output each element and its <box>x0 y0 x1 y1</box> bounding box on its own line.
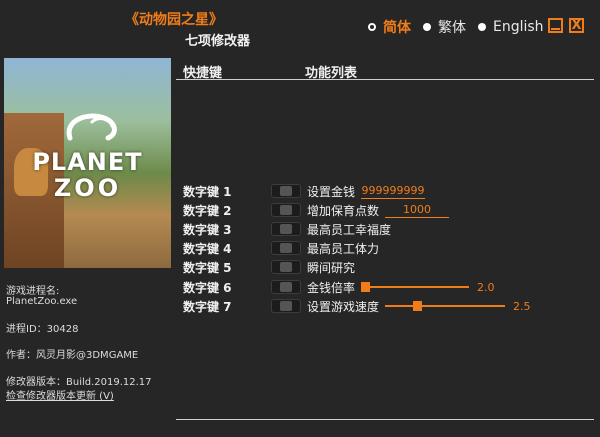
process-name: PlanetZoo.exe <box>6 296 78 307</box>
money-multiplier-slider[interactable] <box>361 280 470 294</box>
hotkey-label: 数字键 5 <box>183 260 232 275</box>
game-speed-slider[interactable] <box>385 299 506 313</box>
minimize-icon[interactable] <box>548 18 563 33</box>
footer-divider <box>176 419 594 420</box>
cheat-row: 数字键 7 设置游戏速度 2.5 <box>183 297 531 315</box>
lang-label: 简体 <box>383 20 411 36</box>
function-label: 设置金钱 <box>307 184 356 199</box>
function-label: 最高员工幸福度 <box>307 222 392 237</box>
version-text: 修改器版本：Build.2019.12.17 <box>6 377 152 388</box>
hotkey-label: 数字键 1 <box>183 184 232 199</box>
slider-value: 2.5 <box>513 299 531 313</box>
cheat-row: 数字键 4 最高员工体力 <box>183 239 385 257</box>
radio-selected-icon <box>368 23 376 31</box>
cheat-row: 数字键 5 瞬间研究 <box>183 258 361 276</box>
slider-value: 2.0 <box>477 280 495 294</box>
lang-label: 繁体 <box>438 20 466 36</box>
cover-title-line1: PLANET <box>32 148 143 176</box>
toggle-knob <box>280 301 292 311</box>
toggle-switch[interactable] <box>271 184 301 198</box>
cover-title-line2: ZOO <box>53 174 122 202</box>
check-update-link[interactable]: 检查修改器版本更新 (V) <box>6 387 114 402</box>
cheat-row: 数字键 3 最高员工幸福度 <box>183 220 397 238</box>
money-value-input[interactable]: 999999999 <box>361 184 426 199</box>
header-divider <box>176 79 594 80</box>
conservation-points-input[interactable]: 1000 <box>385 203 450 218</box>
close-icon[interactable]: X <box>569 18 584 33</box>
hotkey-label: 数字键 4 <box>183 241 232 256</box>
app-subtitle: 七项修改器 <box>185 34 251 49</box>
toggle-switch[interactable] <box>271 299 301 313</box>
toggle-knob <box>280 186 292 196</box>
function-label: 瞬间研究 <box>307 260 356 275</box>
hotkey-label: 数字键 6 <box>183 280 232 295</box>
hotkey-label: 数字键 3 <box>183 222 232 237</box>
cheat-row: 数字键 2 增加保育点数 1000 <box>183 201 450 219</box>
language-selector: 简体 繁体 English <box>368 17 556 37</box>
function-label: 最高员工体力 <box>307 241 380 256</box>
function-label: 金钱倍率 <box>307 280 356 295</box>
cheat-row: 数字键 6 金钱倍率 2.0 <box>183 278 495 296</box>
toggle-knob <box>280 224 292 234</box>
slider-track <box>385 305 506 307</box>
hotkey-label: 数字键 7 <box>183 299 232 314</box>
toggle-switch[interactable] <box>271 222 301 236</box>
radio-icon <box>478 23 486 31</box>
planet-zoo-logo-icon <box>66 113 117 141</box>
toggle-knob <box>280 205 292 215</box>
slider-thumb[interactable] <box>413 301 423 311</box>
toggle-switch[interactable] <box>271 241 301 255</box>
toggle-switch[interactable] <box>271 260 301 274</box>
process-label: 游戏进程名: <box>6 286 60 297</box>
cheat-row: 数字键 1 设置金钱 999999999 <box>183 182 426 200</box>
toggle-knob <box>280 282 292 292</box>
lang-option-simplified[interactable]: 简体 <box>368 17 411 37</box>
toggle-knob <box>280 243 292 253</box>
toggle-knob <box>280 262 292 272</box>
slider-track <box>361 286 470 288</box>
function-label: 设置游戏速度 <box>307 299 380 314</box>
slider-thumb[interactable] <box>361 282 371 292</box>
process-id: 进程ID：30428 <box>6 324 79 335</box>
lang-option-english[interactable]: English <box>478 19 544 35</box>
function-label: 增加保育点数 <box>307 203 380 218</box>
lang-option-traditional[interactable]: 繁体 <box>423 17 466 37</box>
hotkey-label: 数字键 2 <box>183 203 232 218</box>
author-text: 作者：风灵月影@3DMGAME <box>6 350 139 361</box>
toggle-switch[interactable] <box>271 203 301 217</box>
app-title: 《动物园之星》 <box>125 12 223 28</box>
toggle-switch[interactable] <box>271 280 301 294</box>
radio-icon <box>423 23 431 31</box>
lang-label: English <box>493 19 544 35</box>
game-cover-image: PLANET ZOO <box>4 58 171 268</box>
